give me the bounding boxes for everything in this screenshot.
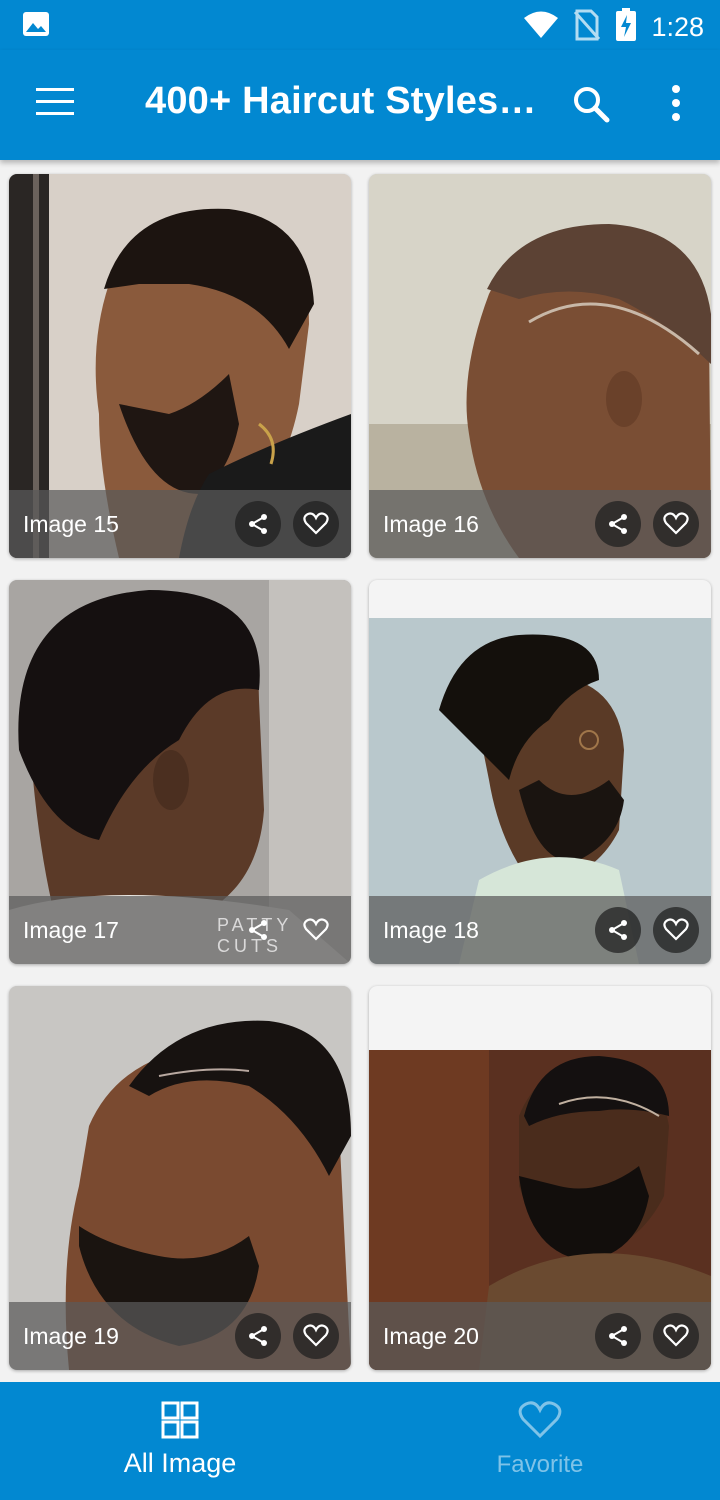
app-bar: 400+ Haircut Styles… (0, 50, 720, 160)
wifi-icon (523, 10, 559, 45)
image-card[interactable]: Image 18 (369, 580, 711, 964)
status-bar: 1:28 (0, 0, 720, 50)
favorite-button[interactable] (653, 1313, 699, 1359)
favorite-button[interactable] (653, 907, 699, 953)
image-card[interactable]: Image 20 (369, 986, 711, 1370)
favorite-button[interactable] (293, 501, 339, 547)
menu-icon[interactable] (36, 88, 76, 120)
image-card[interactable]: PATTY CUTS Image 17 (9, 580, 351, 964)
status-time: 1:28 (651, 12, 704, 42)
image-label: Image 19 (23, 1323, 119, 1349)
nav-label: All Image (123, 1448, 237, 1478)
image-label: Image 17 (23, 917, 119, 943)
favorite-button[interactable] (293, 1313, 339, 1359)
app-title: 400+ Haircut Styles… (145, 80, 537, 122)
search-icon[interactable] (571, 84, 611, 129)
image-card[interactable]: Image 16 (369, 174, 711, 558)
image-label: Image 16 (383, 511, 479, 537)
image-label: Image 15 (23, 511, 119, 537)
image-grid: Image 15 Image 16 PATTY CUTS Image 17 Im… (0, 160, 720, 1382)
image-card[interactable]: Image 15 (9, 174, 351, 558)
grid-icon (160, 1400, 200, 1445)
share-button[interactable] (235, 501, 281, 547)
heart-outline-icon (518, 1400, 562, 1445)
image-label: Image 20 (383, 1323, 479, 1349)
nav-favorite[interactable]: Favorite (360, 1382, 720, 1500)
share-button[interactable] (595, 907, 641, 953)
share-button[interactable] (235, 907, 281, 953)
favorite-button[interactable] (653, 501, 699, 547)
nav-all-image[interactable]: All Image (0, 1382, 360, 1500)
image-notification-icon (22, 11, 50, 42)
battery-charging-icon (615, 8, 637, 47)
share-button[interactable] (595, 501, 641, 547)
image-label: Image 18 (383, 917, 479, 943)
share-button[interactable] (595, 1313, 641, 1359)
nav-label: Favorite (496, 1451, 584, 1478)
image-card[interactable]: Image 19 (9, 986, 351, 1370)
no-sim-icon (573, 9, 601, 46)
favorite-button[interactable] (293, 907, 339, 953)
share-button[interactable] (235, 1313, 281, 1359)
bottom-navigation: All Image Favorite (0, 1382, 720, 1500)
more-vert-icon[interactable] (664, 84, 688, 129)
